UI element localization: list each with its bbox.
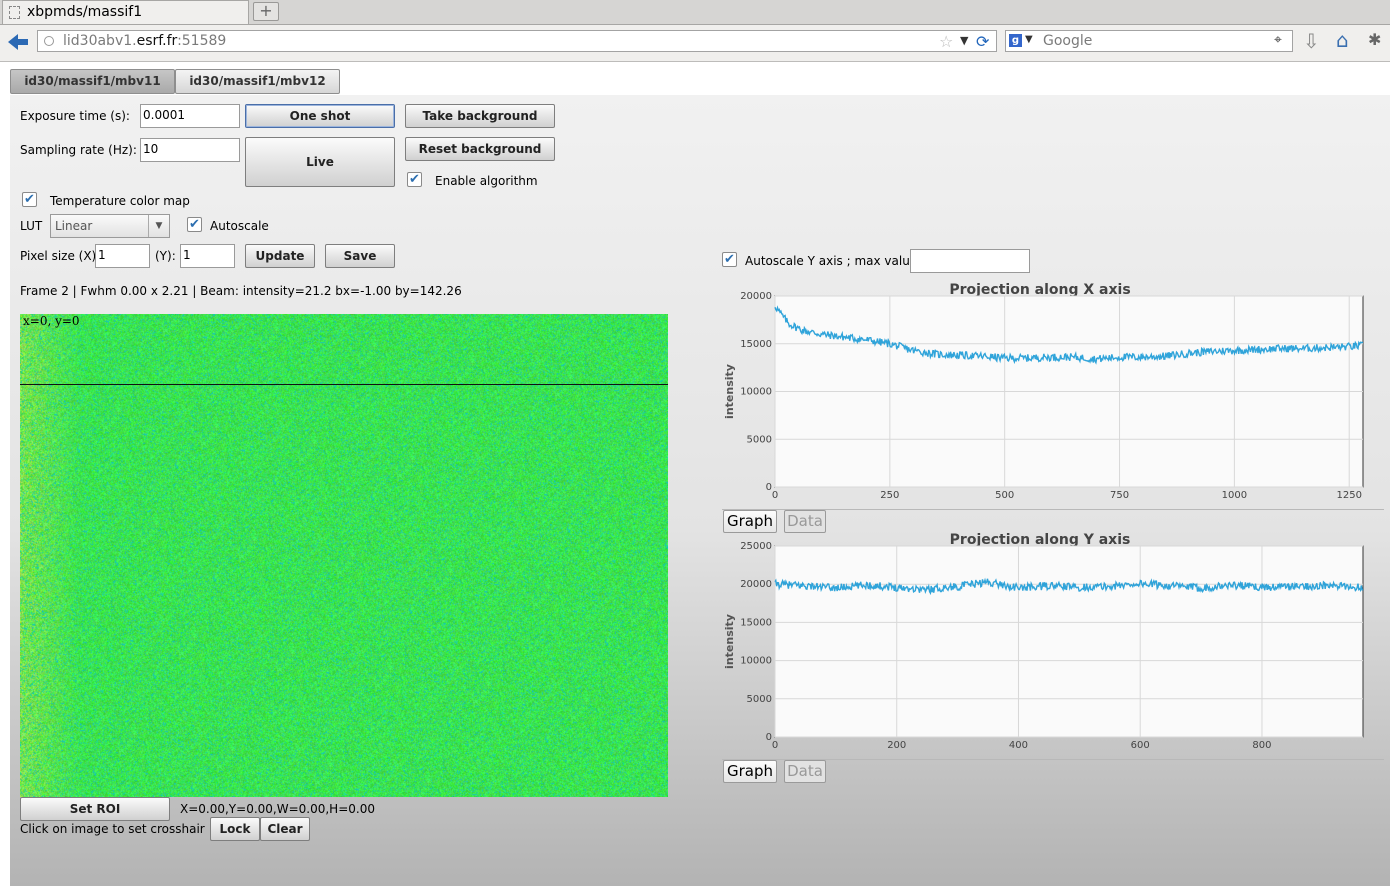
y-tick-label: 5000	[747, 694, 772, 705]
enable-algorithm-checkbox[interactable]: ✔	[407, 172, 422, 187]
x-tick-label: 250	[880, 490, 899, 501]
y-tick-label: 0	[766, 482, 772, 493]
pixel-y-label: (Y):	[155, 249, 176, 263]
crosshair-line	[20, 384, 668, 385]
sampling-field[interactable]: 10	[140, 138, 240, 162]
projection-x-plot: 0 250 500 750 1000 1250 0 5000 10000 15000 20000 in…	[723, 291, 1364, 501]
autoscale-y-label: Autoscale Y axis ; max value =	[745, 254, 932, 268]
exposure-field[interactable]: 0.0001	[140, 104, 240, 128]
y-tick-label: 20000	[740, 291, 772, 302]
autoscale-y-checkbox[interactable]: ✔	[722, 252, 737, 267]
x-tick-label: 750	[1110, 490, 1129, 501]
reset-background-button[interactable]: Reset background	[405, 137, 555, 161]
x-tick-label: 0	[772, 490, 778, 501]
y-tick-label: 25000	[740, 541, 772, 552]
y-tick-label: 15000	[740, 339, 772, 350]
y-tick-label: 10000	[740, 656, 772, 667]
chevron-down-icon: ▼	[148, 215, 169, 237]
reload-icon[interactable]: ⟳	[976, 32, 989, 51]
home-icon[interactable]: ⌂	[1336, 28, 1349, 52]
search-engine-dropdown-icon[interactable]: ▼	[1025, 34, 1033, 45]
plot-area	[774, 545, 1364, 738]
max-value-field[interactable]	[910, 249, 1030, 273]
addon-icon[interactable]: ✱	[1368, 30, 1381, 49]
frame-info: Frame 2 | Fwhm 0.00 x 2.21 | Beam: inten…	[20, 284, 462, 298]
temperature-color-map-checkbox[interactable]: ✔	[22, 192, 37, 207]
url-text: lid30abv1.esrf.fr:51589	[63, 33, 227, 49]
one-shot-button[interactable]: One shot	[245, 104, 395, 128]
y-axis-label: intensity	[723, 364, 736, 419]
x-tick-label: 400	[1009, 740, 1028, 751]
tab-mbv12[interactable]: id30/massif1/mbv12	[175, 69, 340, 94]
y-tick-label: 5000	[747, 434, 772, 445]
set-roi-button[interactable]: Set ROI	[20, 797, 170, 821]
lut-select[interactable]: Linear ▼	[50, 214, 170, 238]
x-tick-label: 600	[1131, 740, 1150, 751]
new-tab-button[interactable]: +	[253, 2, 279, 21]
enable-algorithm-label: Enable algorithm	[435, 174, 538, 188]
autoscale-checkbox[interactable]: ✔	[187, 217, 202, 232]
binoculars-icon[interactable]: ⌖	[1274, 32, 1282, 48]
autoscale-label: Autoscale	[210, 219, 269, 233]
projection-x-chart: Projection along X axis 0 250 500 750 1000 12…	[715, 279, 1365, 509]
y-tick-label: 0	[766, 732, 772, 743]
y-tick-label: 15000	[740, 617, 772, 628]
search-bar[interactable]: g ▼ Google ⌖	[1005, 30, 1293, 52]
pixel-y-field[interactable]: 1	[180, 244, 235, 268]
graph-tab-y[interactable]: Graph	[723, 760, 777, 783]
search-input[interactable]: Google	[1043, 33, 1092, 49]
sampling-label: Sampling rate (Hz):	[20, 143, 137, 157]
tab-mbv11[interactable]: id30/massif1/mbv11	[10, 69, 175, 94]
page-content: id30/massif1/mbv11 id30/massif1/mbv12 Ex…	[0, 62, 1390, 886]
y-tick-label: 10000	[740, 387, 772, 398]
browser-nav-bar: lid30abv1.esrf.fr:51589 ☆ ▼ ⟳ g ▼ Google…	[0, 25, 1390, 62]
save-button[interactable]: Save	[325, 244, 395, 268]
browser-tab[interactable]: xbpmds/massif1	[2, 0, 249, 24]
camera-image[interactable]: x=0, y=0	[20, 314, 668, 797]
roi-readout: X=0.00,Y=0.00,W=0.00,H=0.00	[180, 802, 375, 816]
browser-tab-title: xbpmds/massif1	[27, 4, 143, 20]
globe-icon	[44, 36, 54, 46]
take-background-button[interactable]: Take background	[405, 104, 555, 128]
bookmark-star-icon[interactable]: ☆	[939, 32, 953, 51]
google-engine-icon[interactable]: g	[1009, 34, 1022, 47]
device-panel: Exposure time (s): 0.0001 One shot Take …	[10, 95, 1390, 886]
page-favicon-icon	[9, 6, 20, 19]
x-tick-label: 200	[887, 740, 906, 751]
live-button[interactable]: Live	[245, 137, 395, 187]
back-arrow-icon[interactable]	[6, 32, 30, 52]
url-bar[interactable]: lid30abv1.esrf.fr:51589 ☆ ▼ ⟳	[37, 30, 997, 52]
x-tick-label: 1000	[1222, 490, 1247, 501]
projection-y-plot: 0 200 400 600 800 0 5000 10000 15000 20000 25000 in…	[723, 541, 1364, 751]
x-tick-label: 500	[995, 490, 1014, 501]
x-tick-label: 0	[772, 740, 778, 751]
exposure-label: Exposure time (s):	[20, 109, 130, 123]
download-icon[interactable]: ⇩	[1303, 29, 1320, 53]
browser-tab-bar: xbpmds/massif1 +	[0, 0, 1390, 25]
crosshair-hint: Click on image to set crosshair	[20, 822, 205, 836]
x-tick-label: 800	[1252, 740, 1271, 751]
clear-button[interactable]: Clear	[260, 817, 310, 841]
y-axis-label: intensity	[723, 614, 736, 669]
image-noise-canvas	[20, 314, 668, 797]
lock-button[interactable]: Lock	[210, 817, 260, 841]
x-tick-label: 1250	[1336, 490, 1361, 501]
pixel-size-label: Pixel size (X):	[20, 249, 101, 263]
coord-readout: x=0, y=0	[23, 314, 80, 328]
lut-value: Linear	[55, 219, 93, 233]
url-history-dropdown-icon[interactable]: ▼	[960, 34, 968, 47]
y-tick-label: 20000	[740, 579, 772, 590]
projection-y-chart: Projection along Y axis 0 200 400 600 800 0 50…	[715, 529, 1365, 759]
lut-label: LUT	[20, 219, 43, 233]
pixel-x-field[interactable]: 1	[95, 244, 150, 268]
temperature-color-map-label: Temperature color map	[50, 194, 190, 208]
data-tab-y[interactable]: Data	[784, 760, 826, 783]
update-button[interactable]: Update	[245, 244, 315, 268]
